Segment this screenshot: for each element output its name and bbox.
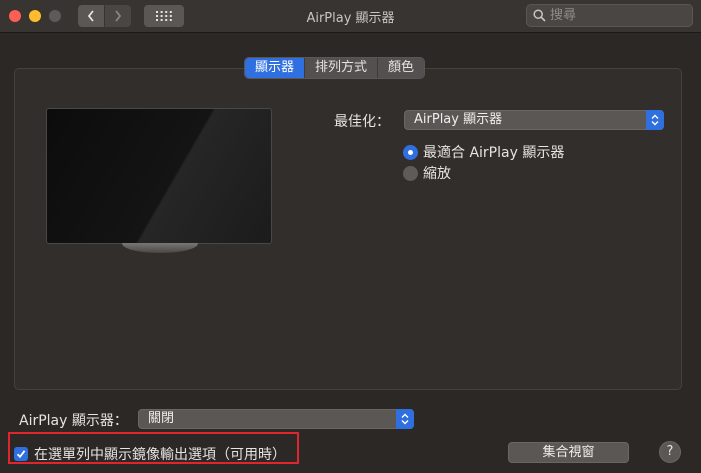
tab-display[interactable]: 顯示器 — [245, 58, 306, 78]
airplay-display-popup-value: 關閉 — [148, 411, 175, 426]
radio-button-selected[interactable] — [403, 144, 418, 160]
search-field[interactable] — [526, 4, 693, 27]
display-preview-image — [46, 108, 272, 244]
up-down-chevron-icon — [396, 409, 414, 429]
optimize-label: 最佳化： — [334, 114, 390, 130]
search-icon — [533, 9, 546, 22]
radio-label: 縮放 — [423, 166, 451, 182]
airplay-display-label: AirPlay 顯示器： — [19, 413, 128, 429]
search-input[interactable] — [550, 8, 680, 23]
up-down-chevron-icon — [646, 110, 664, 130]
mirroring-option-label: 在選單列中顯示鏡像輸出選項（可用時） — [34, 447, 286, 463]
help-button[interactable]: ? — [659, 441, 681, 463]
checkbox-checked[interactable] — [14, 447, 28, 461]
gather-windows-button[interactable]: 集合視窗 — [508, 442, 629, 463]
optimize-popup[interactable]: AirPlay 顯示器 — [404, 110, 664, 130]
radio-scaled[interactable]: 縮放 — [403, 163, 451, 183]
tab-color[interactable]: 顏色 — [378, 58, 425, 78]
optimize-popup-value: AirPlay 顯示器 — [414, 112, 503, 127]
airplay-display-popup[interactable]: 關閉 — [138, 409, 414, 429]
tab-bar: 顯示器 排列方式 顏色 — [244, 57, 426, 79]
tab-arrangement[interactable]: 排列方式 — [305, 58, 379, 78]
checkmark-icon — [16, 450, 26, 459]
title-bar: AirPlay 顯示器 — [0, 0, 701, 33]
radio-button[interactable] — [403, 165, 418, 181]
radio-best-for-airplay[interactable]: 最適合 AirPlay 顯示器 — [403, 142, 564, 162]
mirroring-option[interactable]: 在選單列中顯示鏡像輸出選項（可用時） — [14, 444, 286, 464]
radio-label: 最適合 AirPlay 顯示器 — [423, 145, 565, 161]
